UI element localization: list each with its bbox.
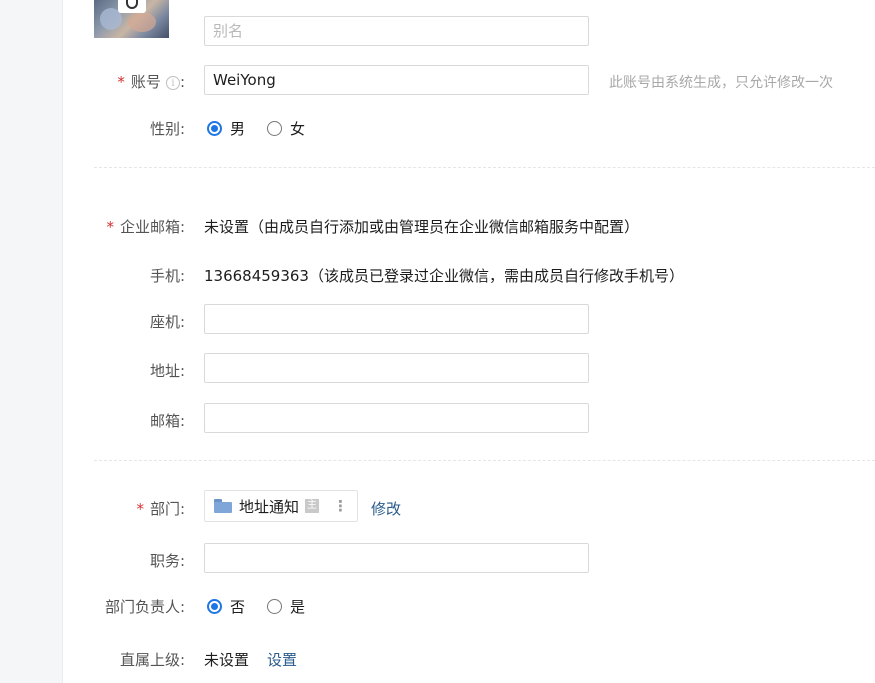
landline-input[interactable] — [204, 304, 589, 334]
direct-superior-label: 直属上级: — [119, 651, 185, 669]
radio-checked-icon[interactable] — [207, 121, 222, 136]
modify-department-link[interactable]: 修改 — [371, 498, 401, 519]
account-hint: 此账号由系统生成，只允许修改一次 — [609, 75, 833, 91]
radio-unchecked-icon[interactable] — [267, 599, 282, 614]
dept-leader-label: 部门负责人: — [104, 598, 185, 616]
mobile-value: 13668459363（该成员已登录过企业微信，需由成员自行修改手机号） — [204, 267, 684, 285]
gender-label: 性别: — [149, 120, 185, 138]
set-superior-link[interactable]: 设置 — [267, 649, 297, 670]
left-rail — [0, 0, 63, 683]
folder-icon — [214, 499, 232, 513]
gender-option-female[interactable]: 女 — [267, 118, 305, 139]
required-mark: * — [136, 500, 144, 518]
main-dept-badge: 主 — [305, 499, 320, 513]
section-divider — [94, 167, 875, 168]
camera-icon[interactable] — [118, 0, 146, 13]
account-input[interactable] — [204, 65, 589, 95]
corp-email-label-row: * 企业邮箱: — [106, 216, 185, 237]
dept-leader-option-label: 是 — [290, 598, 306, 616]
required-mark: * — [106, 218, 114, 236]
gender-option-label: 女 — [290, 120, 306, 138]
position-label: 职务: — [149, 552, 185, 570]
corp-email-label: 企业邮箱: — [119, 218, 185, 236]
dept-leader-option-yes[interactable]: 是 — [267, 596, 305, 617]
avatar-art — [128, 12, 156, 32]
department-label: 部门: — [149, 500, 185, 518]
required-mark: * — [117, 73, 125, 91]
account-label-row: * 账号 i: — [117, 71, 185, 92]
gender-option-label: 男 — [230, 120, 246, 138]
section-divider — [94, 460, 875, 461]
dept-leader-option-label: 否 — [230, 598, 246, 616]
mobile-label: 手机: — [149, 267, 185, 285]
gender-option-male[interactable]: 男 — [207, 118, 245, 139]
radio-unchecked-icon[interactable] — [267, 121, 282, 136]
department-name: 地址通知 — [239, 497, 300, 516]
dept-leader-option-no[interactable]: 否 — [207, 596, 245, 617]
account-label: 账号 — [130, 73, 161, 91]
position-input[interactable] — [204, 543, 589, 573]
department-chip[interactable]: 地址通知 主 ⋮ — [204, 490, 358, 522]
more-options-icon[interactable]: ⋮ — [333, 498, 348, 514]
mailbox-label: 邮箱: — [149, 412, 185, 430]
alias-input[interactable] — [204, 16, 589, 46]
address-input[interactable] — [204, 353, 589, 383]
info-icon[interactable]: i — [165, 76, 180, 90]
mailbox-input[interactable] — [204, 403, 589, 433]
corp-email-value: 未设置（由成员自行添加或由管理员在企业微信邮箱服务中配置） — [204, 218, 640, 236]
colon: : — [179, 73, 185, 91]
direct-superior-value: 未设置 — [204, 651, 250, 669]
radio-checked-icon[interactable] — [207, 599, 222, 614]
department-label-row: * 部门: — [136, 498, 185, 519]
address-label: 地址: — [149, 362, 185, 380]
landline-label: 座机: — [149, 313, 185, 331]
